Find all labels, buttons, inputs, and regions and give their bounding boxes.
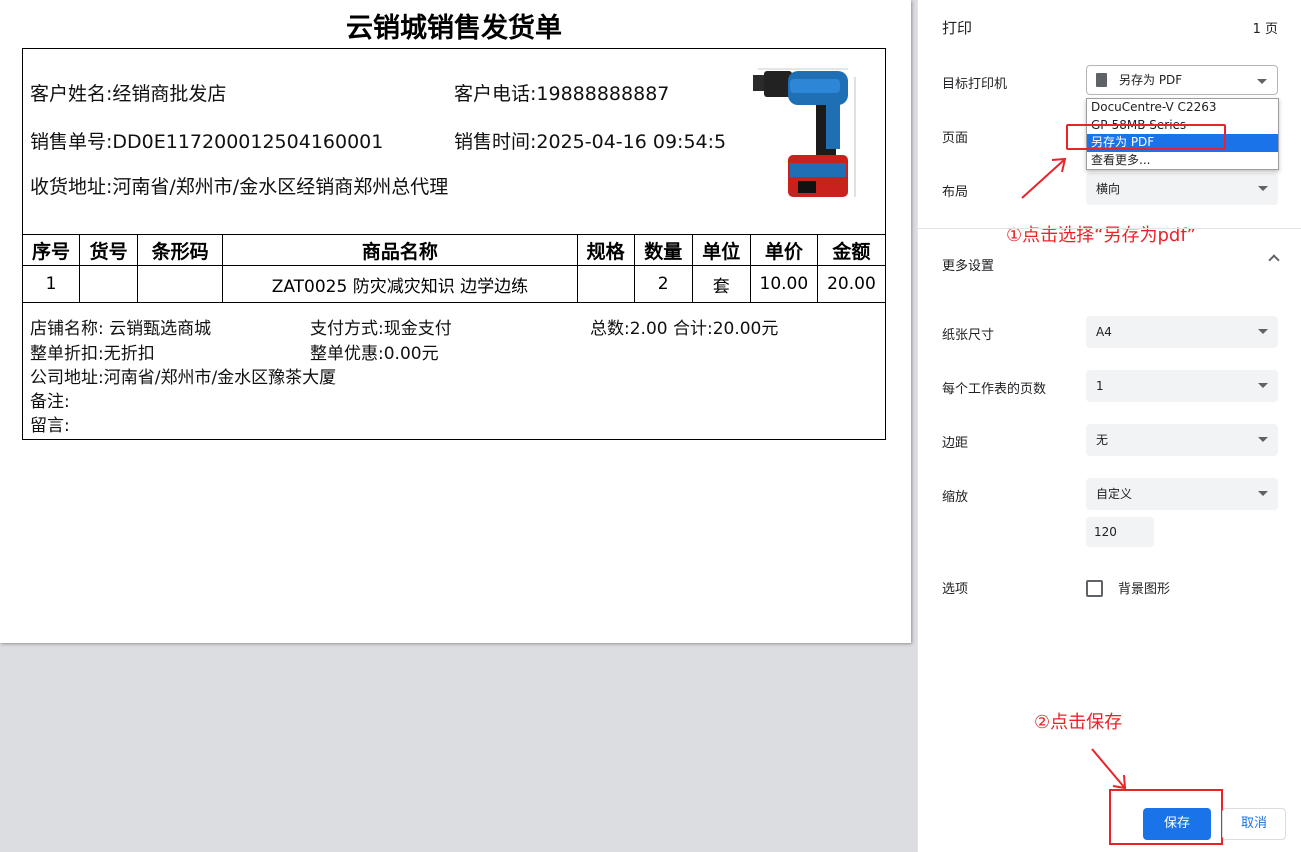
destination-select[interactable]: 另存为 PDF — [1086, 65, 1278, 95]
annotation-arrow-2 — [1091, 748, 1127, 790]
customer-phone: 客户电话:19888888887 — [454, 83, 670, 105]
cell-product-name: ZAT0025 防灾减灾知识 边学边练 — [222, 265, 578, 303]
destination-option-see-more[interactable]: 查看更多... — [1087, 152, 1278, 170]
print-preview-area: 云销城销售发货单 客户姓名:经销商批发店 客户电话:19888888887 销售… — [0, 0, 917, 852]
scale-value: 自定义 — [1096, 487, 1133, 501]
scale-input[interactable]: 120 — [1086, 517, 1154, 547]
destination-option-docucentre[interactable]: DocuCentre-V C2263 — [1087, 99, 1278, 117]
pages-per-sheet-select[interactable]: 1 — [1086, 370, 1278, 402]
chevron-down-icon — [1258, 329, 1268, 334]
chevron-down-icon — [1258, 437, 1268, 442]
chevron-down-icon — [1257, 79, 1267, 84]
order-number: 销售单号:DD0E117200012504160001 — [30, 131, 384, 153]
header-product-name: 商品名称 — [222, 234, 578, 266]
annotation-step-2: ②点击保存 — [1034, 712, 1123, 733]
cell-unit: 套 — [691, 265, 751, 303]
margins-label: 边距 — [942, 436, 969, 451]
save-button[interactable]: 保存 — [1143, 808, 1211, 840]
layout-value: 横向 — [1096, 182, 1121, 196]
margins-select[interactable]: 无 — [1086, 424, 1278, 456]
highlight-box-pdf — [1066, 124, 1226, 150]
cell-amount: 20.00 — [816, 265, 887, 303]
pages-per-sheet-value: 1 — [1096, 379, 1104, 393]
cell-spec — [576, 265, 635, 303]
print-settings-panel: 打印 1 页 目标打印机 另存为 PDF 页面 布局 横向 DocuCentre… — [917, 0, 1301, 852]
more-settings-label[interactable]: 更多设置 — [942, 255, 994, 274]
company-address: 公司地址:河南省/郑州市/金水区豫茶大厦 — [30, 368, 337, 388]
header-quantity: 数量 — [633, 234, 693, 266]
paper-size-label: 纸张尺寸 — [942, 328, 995, 343]
header-amount: 金额 — [816, 234, 887, 266]
payment-method: 支付方式:现金支付 — [310, 319, 452, 339]
product-drill-image — [728, 57, 878, 205]
chevron-down-icon — [1258, 186, 1268, 191]
table-header-row: 序号 货号 条形码 商品名称 规格 数量 单位 单价 金额 — [21, 234, 887, 266]
header-index: 序号 — [21, 234, 81, 266]
pages-per-sheet-label: 每个工作表的页数 — [942, 382, 1047, 397]
cancel-button[interactable]: 取消 — [1222, 808, 1286, 840]
customer-name: 客户姓名:经销商批发店 — [30, 83, 227, 105]
shop-name: 店铺名称: 云销甄选商城 — [30, 319, 212, 339]
items-table: 序号 货号 条形码 商品名称 规格 数量 单位 单价 金额 1 ZAT0025 … — [21, 234, 887, 303]
chevron-down-icon — [1258, 491, 1268, 496]
scale-select[interactable]: 自定义 — [1086, 478, 1278, 510]
cell-index: 1 — [21, 265, 81, 303]
chevron-up-icon[interactable] — [1268, 254, 1280, 266]
chevron-down-icon — [1258, 383, 1268, 388]
header-barcode: 条形码 — [137, 234, 224, 266]
background-graphics-checkbox[interactable] — [1086, 580, 1103, 597]
order-coupon: 整单优惠:0.00元 — [310, 344, 439, 364]
annotation-arrow-1 — [1021, 157, 1067, 199]
header-item-no: 货号 — [79, 234, 139, 266]
header-spec: 规格 — [576, 234, 635, 266]
order-discount: 整单折扣:无折扣 — [30, 344, 155, 364]
pages-label: 页面 — [942, 131, 969, 146]
cell-barcode — [137, 265, 224, 303]
cell-quantity: 2 — [633, 265, 693, 303]
shipping-address: 收货地址:河南省/郑州市/金水区经销商郑州总代理 — [30, 176, 449, 198]
sale-time: 销售时间:2025-04-16 09:54:5 — [454, 131, 727, 153]
header-unit-price: 单价 — [749, 234, 818, 266]
remark: 备注: — [30, 392, 70, 412]
document-icon — [1096, 73, 1107, 87]
section-divider — [918, 228, 1301, 229]
options-label: 选项 — [942, 582, 969, 597]
paper-size-value: A4 — [1096, 325, 1112, 339]
page-count: 1 页 — [1252, 22, 1278, 37]
preview-page: 云销城销售发货单 客户姓名:经销商批发店 客户电话:19888888887 销售… — [0, 0, 911, 643]
scale-label: 缩放 — [942, 490, 969, 505]
paper-size-select[interactable]: A4 — [1086, 316, 1278, 348]
print-title: 打印 — [942, 19, 973, 37]
header-unit: 单位 — [691, 234, 751, 266]
table-row: 1 ZAT0025 防灾减灾知识 边学边练 2 套 10.00 20.00 — [21, 265, 887, 303]
document-title: 云销城销售发货单 — [346, 13, 562, 44]
destination-value: 另存为 PDF — [1119, 73, 1183, 87]
cell-item-no — [79, 265, 139, 303]
cell-unit-price: 10.00 — [749, 265, 818, 303]
message: 留言: — [30, 416, 70, 436]
layout-select[interactable]: 横向 — [1086, 173, 1278, 205]
background-graphics-label[interactable]: 背景图形 — [1118, 578, 1170, 597]
destination-label: 目标打印机 — [942, 77, 1008, 92]
annotation-step-1: ①点击选择“另存为pdf” — [1006, 225, 1196, 246]
invoice-frame: 客户姓名:经销商批发店 客户电话:19888888887 销售单号:DD0E11… — [21, 48, 887, 440]
layout-label: 布局 — [942, 185, 969, 200]
order-totals: 总数:2.00 合计:20.00元 — [590, 319, 779, 339]
margins-value: 无 — [1096, 433, 1109, 447]
